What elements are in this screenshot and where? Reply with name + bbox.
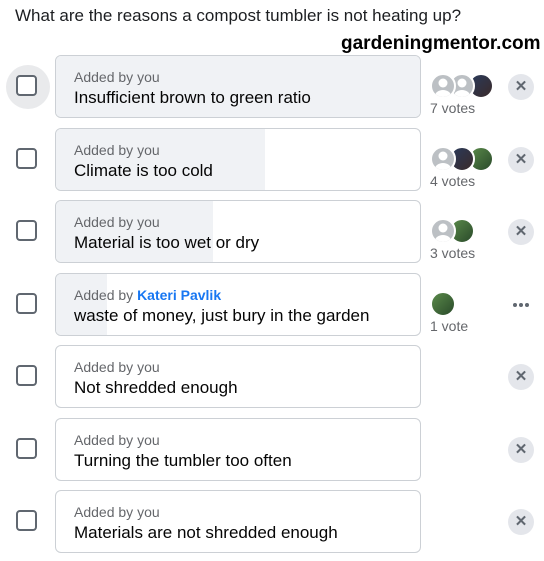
option-card[interactable]: Added by you Not shredded enough bbox=[55, 345, 421, 408]
option-card[interactable]: Added by you Materials are not shredded … bbox=[55, 490, 421, 553]
added-by-line: Added by you bbox=[74, 359, 160, 375]
option-checkbox-wrapper[interactable] bbox=[6, 428, 50, 472]
option-label: Turning the tumbler too often bbox=[74, 451, 292, 470]
avatar-gray-icon bbox=[430, 146, 456, 172]
option-label: Not shredded enough bbox=[74, 378, 238, 397]
poll-question: What are the reasons a compost tumbler i… bbox=[15, 6, 462, 25]
avatar-gray-icon bbox=[430, 218, 456, 244]
poll-option: Added by you Materials are not shredded … bbox=[0, 490, 544, 554]
avatar-photo-icon bbox=[430, 291, 456, 317]
avatar-gray-icon bbox=[430, 73, 456, 99]
vote-count[interactable]: 7 votes bbox=[430, 100, 475, 116]
remove-icon[interactable]: ✕ bbox=[508, 364, 534, 390]
added-by-line: Added by Kateri Pavlik bbox=[74, 287, 221, 303]
added-by-author[interactable]: Kateri Pavlik bbox=[137, 287, 221, 303]
vote-count[interactable]: 3 votes bbox=[430, 245, 475, 261]
added-by-line: Added by you bbox=[74, 214, 160, 230]
added-by-line: Added by you bbox=[74, 504, 160, 520]
added-by-line: Added by you bbox=[74, 432, 160, 448]
added-by-prefix: Added by bbox=[74, 359, 134, 375]
more-options-icon[interactable] bbox=[508, 292, 534, 318]
voter-avatars[interactable] bbox=[430, 73, 510, 99]
poll-option: Added by you Turning the tumbler too oft… bbox=[0, 418, 544, 482]
option-label: Materials are not shredded enough bbox=[74, 523, 338, 542]
option-label: Climate is too cold bbox=[74, 161, 213, 180]
vote-count[interactable]: 1 vote bbox=[430, 318, 468, 334]
watermark: gardeningmentor.com bbox=[341, 33, 541, 54]
added-by-line: Added by you bbox=[74, 142, 160, 158]
option-checkbox[interactable] bbox=[16, 293, 37, 314]
added-by-author: you bbox=[137, 214, 160, 230]
option-checkbox-wrapper[interactable] bbox=[6, 283, 50, 327]
added-by-author: you bbox=[137, 432, 160, 448]
option-checkbox[interactable] bbox=[16, 438, 37, 459]
poll-option: Added by you Material is too wet or dry … bbox=[0, 200, 544, 264]
voter-avatars[interactable] bbox=[430, 363, 510, 389]
voter-avatars[interactable] bbox=[430, 436, 510, 462]
voter-avatars[interactable] bbox=[430, 218, 510, 244]
voter-avatars[interactable] bbox=[430, 291, 510, 317]
option-checkbox[interactable] bbox=[16, 220, 37, 241]
option-checkbox-wrapper[interactable] bbox=[6, 65, 50, 109]
option-card[interactable]: Added by you Material is too wet or dry bbox=[55, 200, 421, 263]
option-label: waste of money, just bury in the garden bbox=[74, 306, 370, 325]
voter-avatars[interactable] bbox=[430, 146, 510, 172]
option-label: Material is too wet or dry bbox=[74, 233, 260, 252]
option-checkbox[interactable] bbox=[16, 510, 37, 531]
voter-avatars[interactable] bbox=[430, 508, 510, 534]
option-card[interactable]: Added by you Turning the tumbler too oft… bbox=[55, 418, 421, 481]
added-by-author: you bbox=[137, 359, 160, 375]
added-by-prefix: Added by bbox=[74, 69, 134, 85]
added-by-prefix: Added by bbox=[74, 504, 134, 520]
option-checkbox-wrapper[interactable] bbox=[6, 210, 50, 254]
option-checkbox-wrapper[interactable] bbox=[6, 500, 50, 544]
remove-icon[interactable]: ✕ bbox=[508, 509, 534, 535]
poll-option: Added by you Not shredded enough ✕ bbox=[0, 345, 544, 409]
remove-icon[interactable]: ✕ bbox=[508, 219, 534, 245]
option-checkbox-wrapper[interactable] bbox=[6, 138, 50, 182]
remove-icon[interactable]: ✕ bbox=[508, 437, 534, 463]
option-checkbox[interactable] bbox=[16, 148, 37, 169]
option-checkbox[interactable] bbox=[16, 365, 37, 386]
added-by-author: you bbox=[137, 69, 160, 85]
added-by-prefix: Added by bbox=[74, 214, 134, 230]
poll-option: Added by Kateri Pavlik waste of money, j… bbox=[0, 273, 544, 337]
option-card[interactable]: Added by Kateri Pavlik waste of money, j… bbox=[55, 273, 421, 336]
added-by-author: you bbox=[137, 142, 160, 158]
added-by-prefix: Added by bbox=[74, 142, 134, 158]
option-card[interactable]: Added by you Climate is too cold bbox=[55, 128, 421, 191]
option-checkbox-wrapper[interactable] bbox=[6, 355, 50, 399]
option-card[interactable]: Added by you Insufficient brown to green… bbox=[55, 55, 421, 118]
vote-count[interactable]: 4 votes bbox=[430, 173, 475, 189]
option-label: Insufficient brown to green ratio bbox=[74, 88, 311, 107]
option-checkbox[interactable] bbox=[16, 75, 37, 96]
remove-icon[interactable]: ✕ bbox=[508, 74, 534, 100]
added-by-prefix: Added by bbox=[74, 432, 134, 448]
added-by-line: Added by you bbox=[74, 69, 160, 85]
added-by-prefix: Added by bbox=[74, 287, 134, 303]
poll-option: Added by you Insufficient brown to green… bbox=[0, 55, 544, 119]
remove-icon[interactable]: ✕ bbox=[508, 147, 534, 173]
poll-option: Added by you Climate is too cold 4 votes… bbox=[0, 128, 544, 192]
added-by-author: you bbox=[137, 504, 160, 520]
